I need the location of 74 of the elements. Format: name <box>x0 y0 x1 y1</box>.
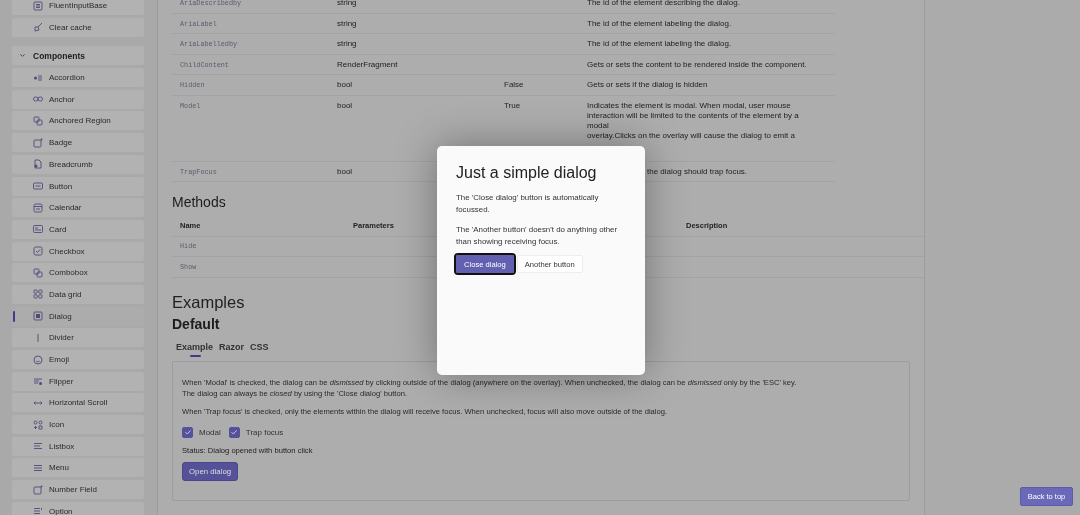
property-description: Gets or sets the content to be rendered inside the component. <box>587 59 807 70</box>
nav-item[interactable]: Emoji <box>12 350 144 369</box>
rectangle-icon <box>33 181 43 191</box>
property-type: bool <box>337 166 353 177</box>
section-heading: Examples <box>172 292 245 312</box>
grid-icon <box>33 289 43 300</box>
nav-item[interactable]: Calendar <box>12 198 144 218</box>
property-description: The id of the element describing the dialog. <box>587 0 740 9</box>
document-icon <box>33 159 43 170</box>
nav-item[interactable]: Anchor <box>12 89 144 109</box>
nav-item[interactable]: Listbox <box>12 436 144 456</box>
subsection-heading: Default <box>172 315 220 332</box>
nav-item[interactable]: Icon <box>12 415 144 435</box>
nav-item[interactable]: Number Field <box>12 480 144 500</box>
checkbox[interactable] <box>182 426 193 438</box>
property-description: The id of the element labeling the dialog. <box>587 18 732 29</box>
lines-icon <box>33 506 43 515</box>
nav-item[interactable]: Badge <box>12 133 144 153</box>
tab[interactable]: Example <box>176 340 214 355</box>
checkbox-label: Trap focus <box>245 427 284 437</box>
list-icon <box>33 72 43 83</box>
nav-item[interactable]: Button <box>12 176 144 196</box>
squares-icon <box>33 267 43 278</box>
checkmark-icon <box>183 428 192 436</box>
squares-icon <box>33 115 43 126</box>
chevron-icon <box>19 52 26 60</box>
nav-item[interactable]: Horizontal Scroll <box>12 393 144 413</box>
property-type: string <box>337 39 357 50</box>
nav-item[interactable]: Menu <box>12 458 144 478</box>
nav-item[interactable]: Divider <box>12 328 144 348</box>
link-icon <box>33 94 43 105</box>
default-value: False <box>504 80 524 91</box>
nav-item[interactable]: Card <box>12 219 144 239</box>
checkbox-label: Modal <box>199 427 221 437</box>
nav-item[interactable]: Option <box>12 501 144 515</box>
menu-icon <box>33 462 43 473</box>
shapes-icon <box>33 419 43 430</box>
property-type: string <box>337 18 357 29</box>
property-description: Indicates the element is modal. When modal, user mouse interaction will be limited to the contents of the element by a modal overlay.Clicks on the overlay will cause the dialog to emit a <box>587 100 799 142</box>
property-description: the dialog should trap focus. <box>647 166 748 177</box>
lines-icon <box>33 376 43 387</box>
checkbox[interactable] <box>228 426 240 438</box>
default-value: True <box>504 100 521 111</box>
nav-item[interactable]: Accordion <box>12 68 144 88</box>
checkmark-icon <box>230 428 239 436</box>
window-icon <box>33 311 43 322</box>
checkbox-icon <box>33 246 43 257</box>
nav-item[interactable]: Anchored Region <box>12 111 144 131</box>
list-icon <box>33 0 43 11</box>
property-description: The id of the element labeling the dialog. <box>587 39 732 50</box>
nav-item[interactable]: FluentInputBase <box>12 0 144 15</box>
nav-item[interactable]: Clear cache <box>12 17 144 37</box>
tab[interactable]: Razor <box>219 340 245 355</box>
nav-item[interactable]: Data grid <box>12 284 144 304</box>
calendar-icon <box>33 202 43 213</box>
nav-item[interactable]: Combobox <box>12 263 144 283</box>
dialog-title: Just a simple dialog <box>456 164 598 182</box>
nav-item[interactable]: Checkbox <box>12 241 144 261</box>
nav-group-header[interactable]: Components <box>12 46 144 66</box>
nav-item[interactable]: Flipper <box>12 371 144 391</box>
card-icon <box>33 224 43 235</box>
section-heading: Methods <box>172 194 226 210</box>
tab[interactable]: CSS <box>250 340 269 355</box>
square-icon <box>33 137 43 148</box>
property-type: bool <box>337 80 353 91</box>
nav-item[interactable]: Breadcrumb <box>12 154 144 174</box>
property-description: Gets or sets if the dialog is hidden <box>587 80 708 91</box>
property-type: bool <box>337 100 353 111</box>
selection-indicator <box>13 310 15 322</box>
property-type: RenderFragment <box>337 59 398 70</box>
property-type: string <box>337 0 357 9</box>
square-icon <box>33 484 43 495</box>
lines-icon <box>33 441 43 452</box>
smiley-icon <box>33 354 43 365</box>
